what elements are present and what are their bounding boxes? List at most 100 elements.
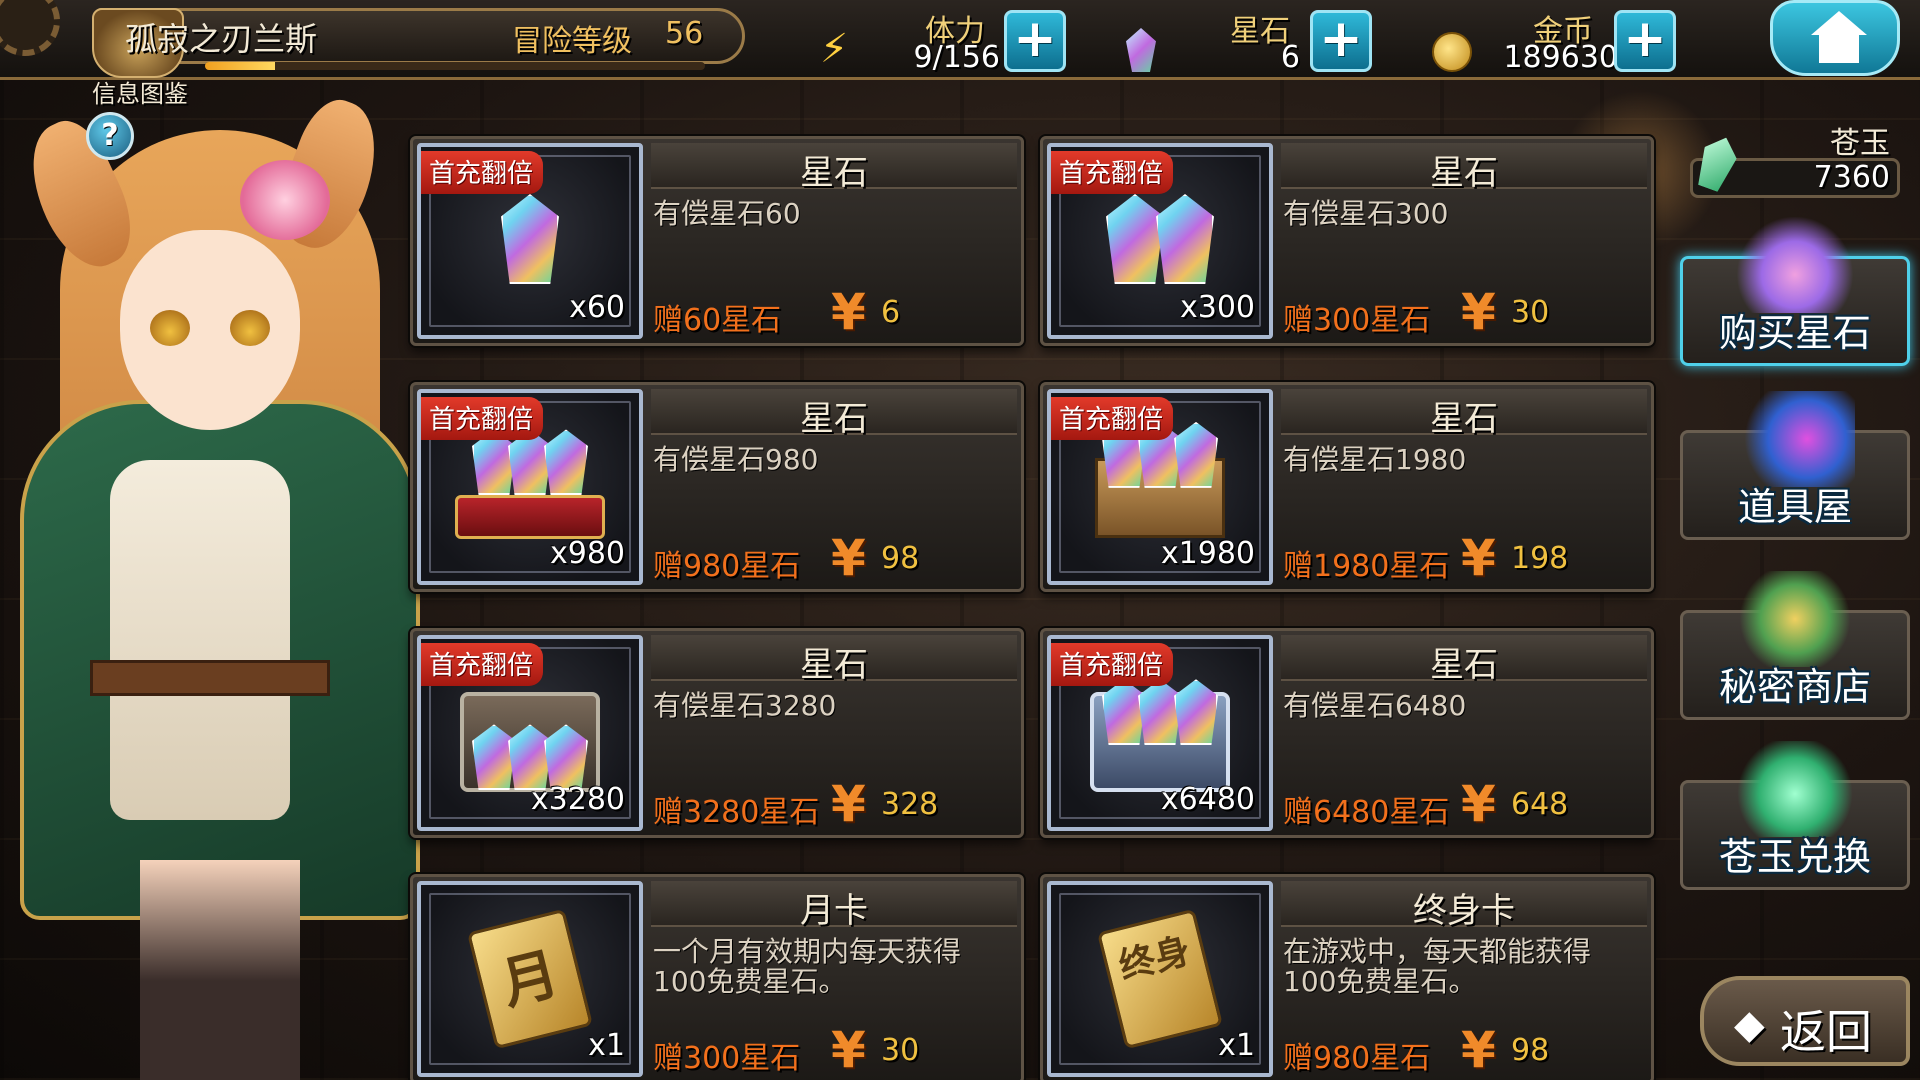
yen-icon: ¥	[831, 529, 866, 587]
xp-progress-fill	[205, 62, 275, 70]
add-stamina-button[interactable]: +	[1004, 10, 1066, 72]
jade-value: 7360	[1813, 160, 1890, 195]
xp-progress-bar	[205, 62, 705, 70]
buy-star-stone-label: 购买星石	[1718, 311, 1871, 355]
product-quantity: x1980	[1160, 536, 1255, 571]
product-card-star-stone-3280[interactable]: 首充翻倍 x3280 星石 有偿星石3280 赠3280星石 ¥328	[410, 628, 1024, 838]
jade-crystal-icon	[1735, 741, 1855, 837]
jade-exchange-button[interactable]: 苍玉兑换	[1680, 741, 1910, 890]
product-price: 98	[1511, 1033, 1550, 1068]
product-price: 198	[1511, 541, 1569, 576]
yen-icon: ¥	[1461, 775, 1496, 833]
character-eye-right	[230, 310, 270, 346]
product-card-star-stone-300[interactable]: 首充翻倍 x300 星石 有偿星石300 赠300星石 ¥30	[1040, 136, 1654, 346]
product-title: 星石	[1430, 399, 1498, 439]
product-bonus: 赠6480星石	[1283, 795, 1450, 830]
product-thumbnail: 终身 x1	[1047, 881, 1273, 1077]
gem-pile-icon	[1735, 217, 1855, 313]
character-flower	[240, 160, 330, 240]
product-quantity: x1	[588, 1028, 625, 1063]
home-button[interactable]	[1770, 0, 1900, 76]
product-quantity: x60	[569, 290, 625, 325]
first-purchase-double-badge: 首充翻倍	[421, 151, 544, 194]
product-price: 98	[881, 541, 920, 576]
product-description: 一个月有效期内每天获得100免费星石。	[653, 935, 962, 998]
coin-icon	[1432, 32, 1472, 72]
character-legs	[140, 860, 300, 1080]
product-title: 月卡	[800, 891, 868, 931]
first-purchase-double-badge: 首充翻倍	[421, 643, 544, 686]
first-purchase-double-badge: 首充翻倍	[421, 397, 544, 440]
product-price: 6	[881, 295, 901, 330]
product-title: 星石	[800, 399, 868, 439]
backpack-icon	[1735, 571, 1855, 667]
help-button[interactable]: ?	[86, 112, 134, 160]
product-quantity: x1	[1218, 1028, 1255, 1063]
character-belt	[90, 660, 330, 696]
product-price: 328	[881, 787, 939, 822]
product-card-star-stone-6480[interactable]: 首充翻倍 x6480 星石有偿星石6480 赠6480星石 ¥648	[1040, 628, 1654, 838]
product-thumbnail: 月 x1	[417, 881, 643, 1077]
secret-shop-label: 秘密商店	[1718, 665, 1871, 709]
yen-icon: ¥	[1461, 283, 1496, 341]
product-description: 有偿星石60	[653, 197, 801, 230]
secret-shop-button[interactable]: 秘密商店	[1680, 571, 1910, 720]
product-price: 30	[1511, 295, 1550, 330]
product-card-star-stone-1980[interactable]: 首充翻倍 x1980 星石 有偿星石1980 赠1980星石 ¥198	[1040, 382, 1654, 592]
product-bonus: 赠1980星石	[1283, 549, 1450, 584]
adventure-level-value: 56	[665, 16, 704, 51]
yen-icon: ¥	[831, 283, 866, 341]
gold-resource: 金币 189630 +	[1428, 6, 1698, 75]
first-purchase-double-badge: 首充翻倍	[1051, 643, 1174, 686]
home-icon	[1811, 11, 1867, 35]
product-thumbnail: 首充翻倍 x980	[417, 389, 643, 585]
add-gold-button[interactable]: +	[1614, 10, 1676, 72]
top-bar: 孤寂之刃兰斯 冒险等级 56 ⚡ 体力 9/156 + 星石 6 + 金币 18…	[0, 0, 1920, 80]
product-description: 在游戏中，每天都能获得100免费星石。	[1283, 935, 1592, 998]
product-quantity: x3280	[530, 782, 625, 817]
info-encyclopedia-label[interactable]: 信息图鉴	[92, 74, 188, 109]
product-card-lifetime-card[interactable]: 终身 x1 终身卡 在游戏中，每天都能获得100免费星石。赠980星石 ¥98	[1040, 874, 1654, 1080]
lightning-icon: ⚡	[820, 26, 849, 72]
player-name: 孤寂之刃兰斯	[125, 20, 318, 58]
product-bonus: 赠300星石	[653, 1041, 801, 1076]
product-title: 星石	[800, 153, 868, 193]
product-description: 有偿星石1980	[1283, 443, 1467, 476]
product-description: 有偿星石980	[653, 443, 819, 476]
product-bonus: 赠300星石	[1283, 303, 1431, 338]
product-thumbnail: 首充翻倍 x6480	[1047, 635, 1273, 831]
character-eye-left	[150, 310, 190, 346]
product-title: 星石	[1430, 645, 1498, 685]
product-title: 星石	[800, 645, 868, 685]
stamina-value: 9/156	[913, 40, 1000, 75]
product-bonus: 赠980星石	[653, 549, 801, 584]
back-button[interactable]: ◆ 返回	[1700, 976, 1910, 1066]
product-thumbnail: 首充翻倍 x60	[417, 143, 643, 339]
back-label: 返回	[1780, 1005, 1872, 1059]
buy-star-stone-button[interactable]: 购买星石	[1680, 217, 1910, 366]
character-face	[120, 230, 300, 430]
item-shop-button[interactable]: 道具屋	[1680, 391, 1910, 540]
product-card-star-stone-60[interactable]: 首充翻倍 x60 星石 有偿星石60 赠60星石 ¥6	[410, 136, 1024, 346]
product-bonus: 赠3280星石	[653, 795, 820, 830]
product-card-month-card[interactable]: 月 x1 月卡 一个月有效期内每天获得100免费星石。 赠300星石 ¥30	[410, 874, 1024, 1080]
jade-label: 苍玉	[1830, 126, 1890, 161]
home-icon-body	[1819, 35, 1859, 63]
character-illustration	[0, 90, 420, 1080]
product-title: 终身卡	[1413, 891, 1515, 931]
crystal-icon	[1126, 28, 1156, 72]
stamina-resource: ⚡ 体力 9/156 +	[810, 6, 1070, 75]
product-description: 有偿星石6480	[1283, 689, 1467, 722]
product-bonus: 赠980星石	[1283, 1041, 1431, 1076]
product-title: 星石	[1430, 153, 1498, 193]
product-thumbnail: 首充翻倍 x1980	[1047, 389, 1273, 585]
yen-icon: ¥	[831, 775, 866, 833]
add-star-stone-button[interactable]: +	[1310, 10, 1372, 72]
product-price: 648	[1511, 787, 1569, 822]
product-price: 30	[881, 1033, 920, 1068]
adventure-level-label: 冒险等级	[512, 24, 632, 59]
first-purchase-double-badge: 首充翻倍	[1051, 151, 1174, 194]
yen-icon: ¥	[1461, 1021, 1496, 1079]
product-card-star-stone-980[interactable]: 首充翻倍 x980 星石有偿星石980 赠980星石 ¥98	[410, 382, 1024, 592]
gold-value: 189630	[1503, 40, 1618, 75]
